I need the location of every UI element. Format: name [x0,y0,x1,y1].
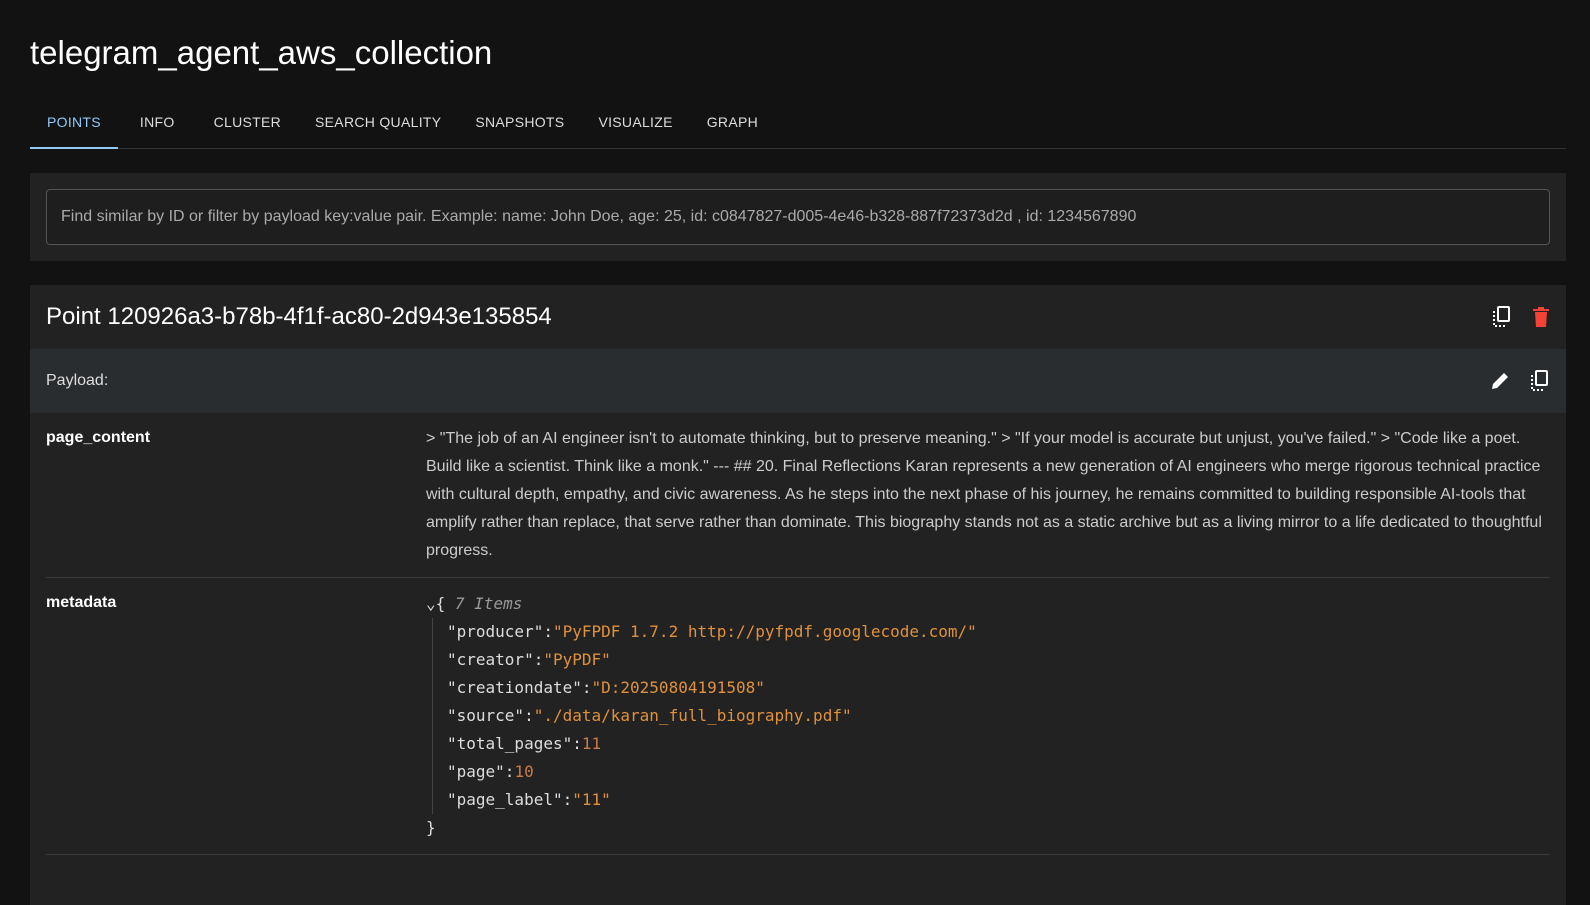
json-entry: "creator":"PyPDF" [447,646,1550,674]
payload-value: > "The job of an AI engineer isn't to au… [426,425,1550,565]
json-key: "producer": [447,622,553,641]
json-value: "11" [572,790,611,809]
tab-search-quality[interactable]: SEARCH QUALITY [298,104,458,149]
json-entry: "page_label":"11" [447,786,1550,814]
point-card: Point 120926a3-b78b-4f1f-ac80-2d943e1358… [30,285,1566,905]
tab-visualize[interactable]: VISUALIZE [581,104,689,149]
json-value: 10 [514,762,533,781]
payload-header: Payload: [30,349,1566,413]
json-value: 11 [582,734,601,753]
json-entry: "total_pages":11 [447,730,1550,758]
payload-row-metadata: metadata ⌄{ 7 Items "producer":"PyFPDF 1… [46,578,1550,855]
json-value: "PyPDF" [543,650,610,669]
json-key: "total_pages": [447,734,582,753]
json-entry: "page":10 [447,758,1550,786]
collection-title: telegram_agent_aws_collection [30,34,492,72]
point-title: Point 120926a3-b78b-4f1f-ac80-2d943e1358… [46,303,552,331]
collapse-toggle-icon[interactable]: ⌄ [426,594,436,613]
json-entry: "source":"./data/karan_full_biography.pd… [447,702,1550,730]
edit-icon[interactable] [1490,371,1510,391]
tab-cluster[interactable]: CLUSTER [197,104,298,149]
items-count: 7 Items [455,594,522,613]
json-key: "page_label": [447,790,572,809]
payload-key: page_content [46,425,426,565]
payload-key: metadata [46,590,426,842]
tab-graph[interactable]: GRAPH [690,104,775,149]
json-entry: "creationdate":"D:20250804191508" [447,674,1550,702]
json-key: "creationdate": [447,678,592,697]
json-value: "./data/karan_full_biography.pdf" [534,706,852,725]
tab-bar: POINTS INFO CLUSTER SEARCH QUALITY SNAPS… [30,104,1566,149]
payload-label: Payload: [46,372,108,390]
copy-payload-icon[interactable] [1530,370,1550,392]
json-viewer: ⌄{ 7 Items "producer":"PyFPDF 1.7.2 http… [426,590,1550,842]
json-key: "page": [447,762,514,781]
json-entry: "producer":"PyFPDF 1.7.2 http://pyfpdf.g… [447,618,1550,646]
tab-points[interactable]: POINTS [30,104,118,149]
json-key: "source": [447,706,534,725]
tab-snapshots[interactable]: SNAPSHOTS [458,104,581,149]
json-value: "PyFPDF 1.7.2 http://pyfpdf.googlecode.c… [553,622,977,641]
json-value: "D:20250804191508" [592,678,765,697]
tab-info[interactable]: INFO [118,104,197,149]
payload-row-page-content: page_content > "The job of an AI enginee… [46,413,1550,578]
search-panel [30,173,1566,261]
json-key: "creator": [447,650,543,669]
search-input[interactable] [46,189,1550,245]
copy-icon[interactable] [1492,306,1512,328]
delete-icon[interactable] [1532,307,1550,327]
